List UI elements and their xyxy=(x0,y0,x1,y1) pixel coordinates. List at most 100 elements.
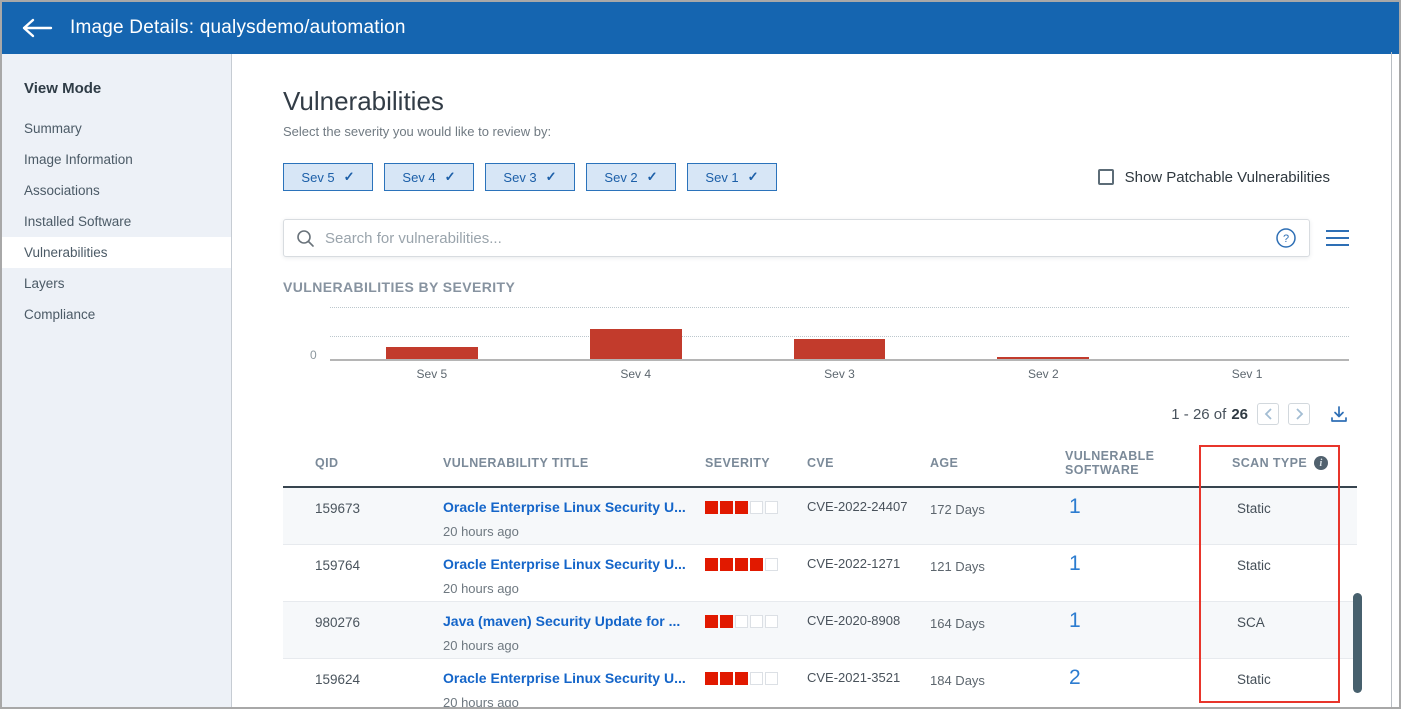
column-header-qid: QID xyxy=(283,449,443,477)
severity-square xyxy=(750,501,763,514)
severity-square xyxy=(720,501,733,514)
back-button[interactable] xyxy=(16,13,58,43)
info-icon[interactable]: i xyxy=(1314,456,1328,470)
chart-bar-column xyxy=(941,299,1145,359)
chart-bar-sev-5 xyxy=(386,347,478,360)
search-input[interactable] xyxy=(325,230,1275,247)
patchable-label: Show Patchable Vulnerabilities xyxy=(1125,169,1330,186)
severity-filter-sev-3[interactable]: Sev 3✓ xyxy=(485,163,575,191)
search-row: ? xyxy=(283,219,1349,257)
qid-cell: 159673 xyxy=(283,488,443,544)
table-row[interactable]: 980276Java (maven) Security Update for .… xyxy=(283,602,1357,659)
table-header: QIDVULNERABILITY TITLESEVERITYCVEAGEVULN… xyxy=(283,441,1357,488)
sidebar: View Mode SummaryImage InformationAssoci… xyxy=(2,54,232,707)
severity-square xyxy=(765,558,778,571)
severity-square xyxy=(750,558,763,571)
svg-text:?: ? xyxy=(1283,233,1289,245)
sidebar-item-image-information[interactable]: Image Information xyxy=(2,144,231,175)
column-header-vulnerability-title: VULNERABILITY TITLE xyxy=(443,449,705,477)
menu-icon[interactable] xyxy=(1326,228,1349,248)
vulnerability-title-link[interactable]: Java (maven) Security Update for ... xyxy=(443,613,705,629)
vulnerable-software-count[interactable]: 1 xyxy=(1065,602,1232,658)
table-row[interactable]: 159764Oracle Enterprise Linux Security U… xyxy=(283,545,1357,602)
check-icon: ✓ xyxy=(647,169,658,185)
column-header-age: AGE xyxy=(930,449,1065,477)
column-header-scan-type: SCAN TYPEi xyxy=(1232,449,1357,477)
table-row[interactable]: 159673Oracle Enterprise Linux Security U… xyxy=(283,488,1357,545)
severity-filter-sev-4[interactable]: Sev 4✓ xyxy=(384,163,474,191)
chart-bar-column xyxy=(738,299,942,359)
vulnerable-software-count[interactable]: 2 xyxy=(1065,659,1232,707)
title-cell: Oracle Enterprise Linux Security U...20 … xyxy=(443,545,705,601)
chart-x-label: Sev 2 xyxy=(941,367,1145,381)
vulnerability-title-link[interactable]: Oracle Enterprise Linux Security U... xyxy=(443,499,705,515)
patchable-filter[interactable]: Show Patchable Vulnerabilities xyxy=(1098,169,1330,186)
sidebar-item-compliance[interactable]: Compliance xyxy=(2,299,231,330)
severity-cell xyxy=(705,659,807,707)
help-icon[interactable]: ? xyxy=(1275,227,1297,249)
sidebar-item-installed-software[interactable]: Installed Software xyxy=(2,206,231,237)
search-icon xyxy=(296,229,315,248)
topbar: Image Details: qualysdemo/automation xyxy=(2,2,1399,54)
severity-filter-sev-2[interactable]: Sev 2 ✓ xyxy=(586,163,676,191)
chart-x-label: Sev 3 xyxy=(738,367,942,381)
sidebar-item-layers[interactable]: Layers xyxy=(2,268,231,299)
severity-cell xyxy=(705,545,807,601)
download-icon xyxy=(1329,405,1349,424)
vulnerable-software-count[interactable]: 1 xyxy=(1065,545,1232,601)
severity-filter-sev-5[interactable]: Sev 5✓ xyxy=(283,163,373,191)
severity-filter-label: Sev 1 xyxy=(705,170,738,185)
title-cell: Oracle Enterprise Linux Security U...20 … xyxy=(443,488,705,544)
chart-bar-sev-2 xyxy=(997,357,1089,360)
severity-filter-group: Sev 5✓ Sev 4✓ Sev 3✓ Sev 2 ✓ Sev 1 ✓ xyxy=(283,163,788,191)
column-header-label: CVE xyxy=(807,456,834,470)
severity-square xyxy=(750,672,763,685)
column-header-label: AGE xyxy=(930,456,958,470)
age-cell: 121 Days xyxy=(930,545,1065,601)
sidebar-title: View Mode xyxy=(2,54,231,97)
severity-filter-sev-1[interactable]: Sev 1 ✓ xyxy=(687,163,777,191)
vulnerability-title-link[interactable]: Oracle Enterprise Linux Security U... xyxy=(443,556,705,572)
scan-type-cell: Static xyxy=(1232,659,1357,707)
severity-square xyxy=(720,615,733,628)
chart-bar-column xyxy=(1145,299,1349,359)
chart-bar-column xyxy=(534,299,738,359)
sidebar-item-summary[interactable]: Summary xyxy=(2,113,231,144)
qid-cell: 159624 xyxy=(283,659,443,707)
detected-time: 20 hours ago xyxy=(443,695,705,707)
cve-cell: CVE-2022-24407 xyxy=(807,488,930,544)
patchable-checkbox[interactable] xyxy=(1098,169,1114,185)
severity-square xyxy=(735,558,748,571)
column-header-label: SEVERITY xyxy=(705,456,770,470)
next-page-button[interactable] xyxy=(1288,403,1310,425)
sidebar-item-associations[interactable]: Associations xyxy=(2,175,231,206)
qid-cell: 980276 xyxy=(283,602,443,658)
vertical-scrollbar-thumb[interactable] xyxy=(1353,593,1362,693)
severity-filter-label: Sev 2 xyxy=(604,170,637,185)
severity-cell xyxy=(705,488,807,544)
section-heading: Vulnerabilities xyxy=(283,86,1399,117)
severity-square xyxy=(750,615,763,628)
cve-cell: CVE-2021-3521 xyxy=(807,659,930,707)
title-cell: Oracle Enterprise Linux Security U... 20 … xyxy=(443,659,705,707)
severity-square xyxy=(765,615,778,628)
severity-filter-label: Sev 3 xyxy=(503,170,536,185)
table-row[interactable]: 159624Oracle Enterprise Linux Security U… xyxy=(283,659,1357,707)
severity-square xyxy=(705,501,718,514)
severity-square xyxy=(720,558,733,571)
severity-filter-label: Sev 5 xyxy=(301,170,334,185)
check-icon: ✓ xyxy=(748,169,759,185)
download-button[interactable] xyxy=(1329,405,1349,424)
detected-time: 20 hours ago xyxy=(443,638,705,653)
severity-square xyxy=(765,501,778,514)
age-cell: 172 Days xyxy=(930,488,1065,544)
sidebar-item-vulnerabilities[interactable]: Vulnerabilities xyxy=(2,237,231,268)
y-axis-zero-label: 0 xyxy=(310,348,317,362)
severity-square xyxy=(705,672,718,685)
vulnerable-software-count[interactable]: 1 xyxy=(1065,488,1232,544)
scan-type-cell: Static xyxy=(1232,545,1357,601)
prev-page-button[interactable] xyxy=(1257,403,1279,425)
age-cell: 164 Days xyxy=(930,602,1065,658)
chart-section-title: VULNERABILITIES BY SEVERITY xyxy=(283,279,1399,295)
vulnerability-title-link[interactable]: Oracle Enterprise Linux Security U... xyxy=(443,670,705,686)
